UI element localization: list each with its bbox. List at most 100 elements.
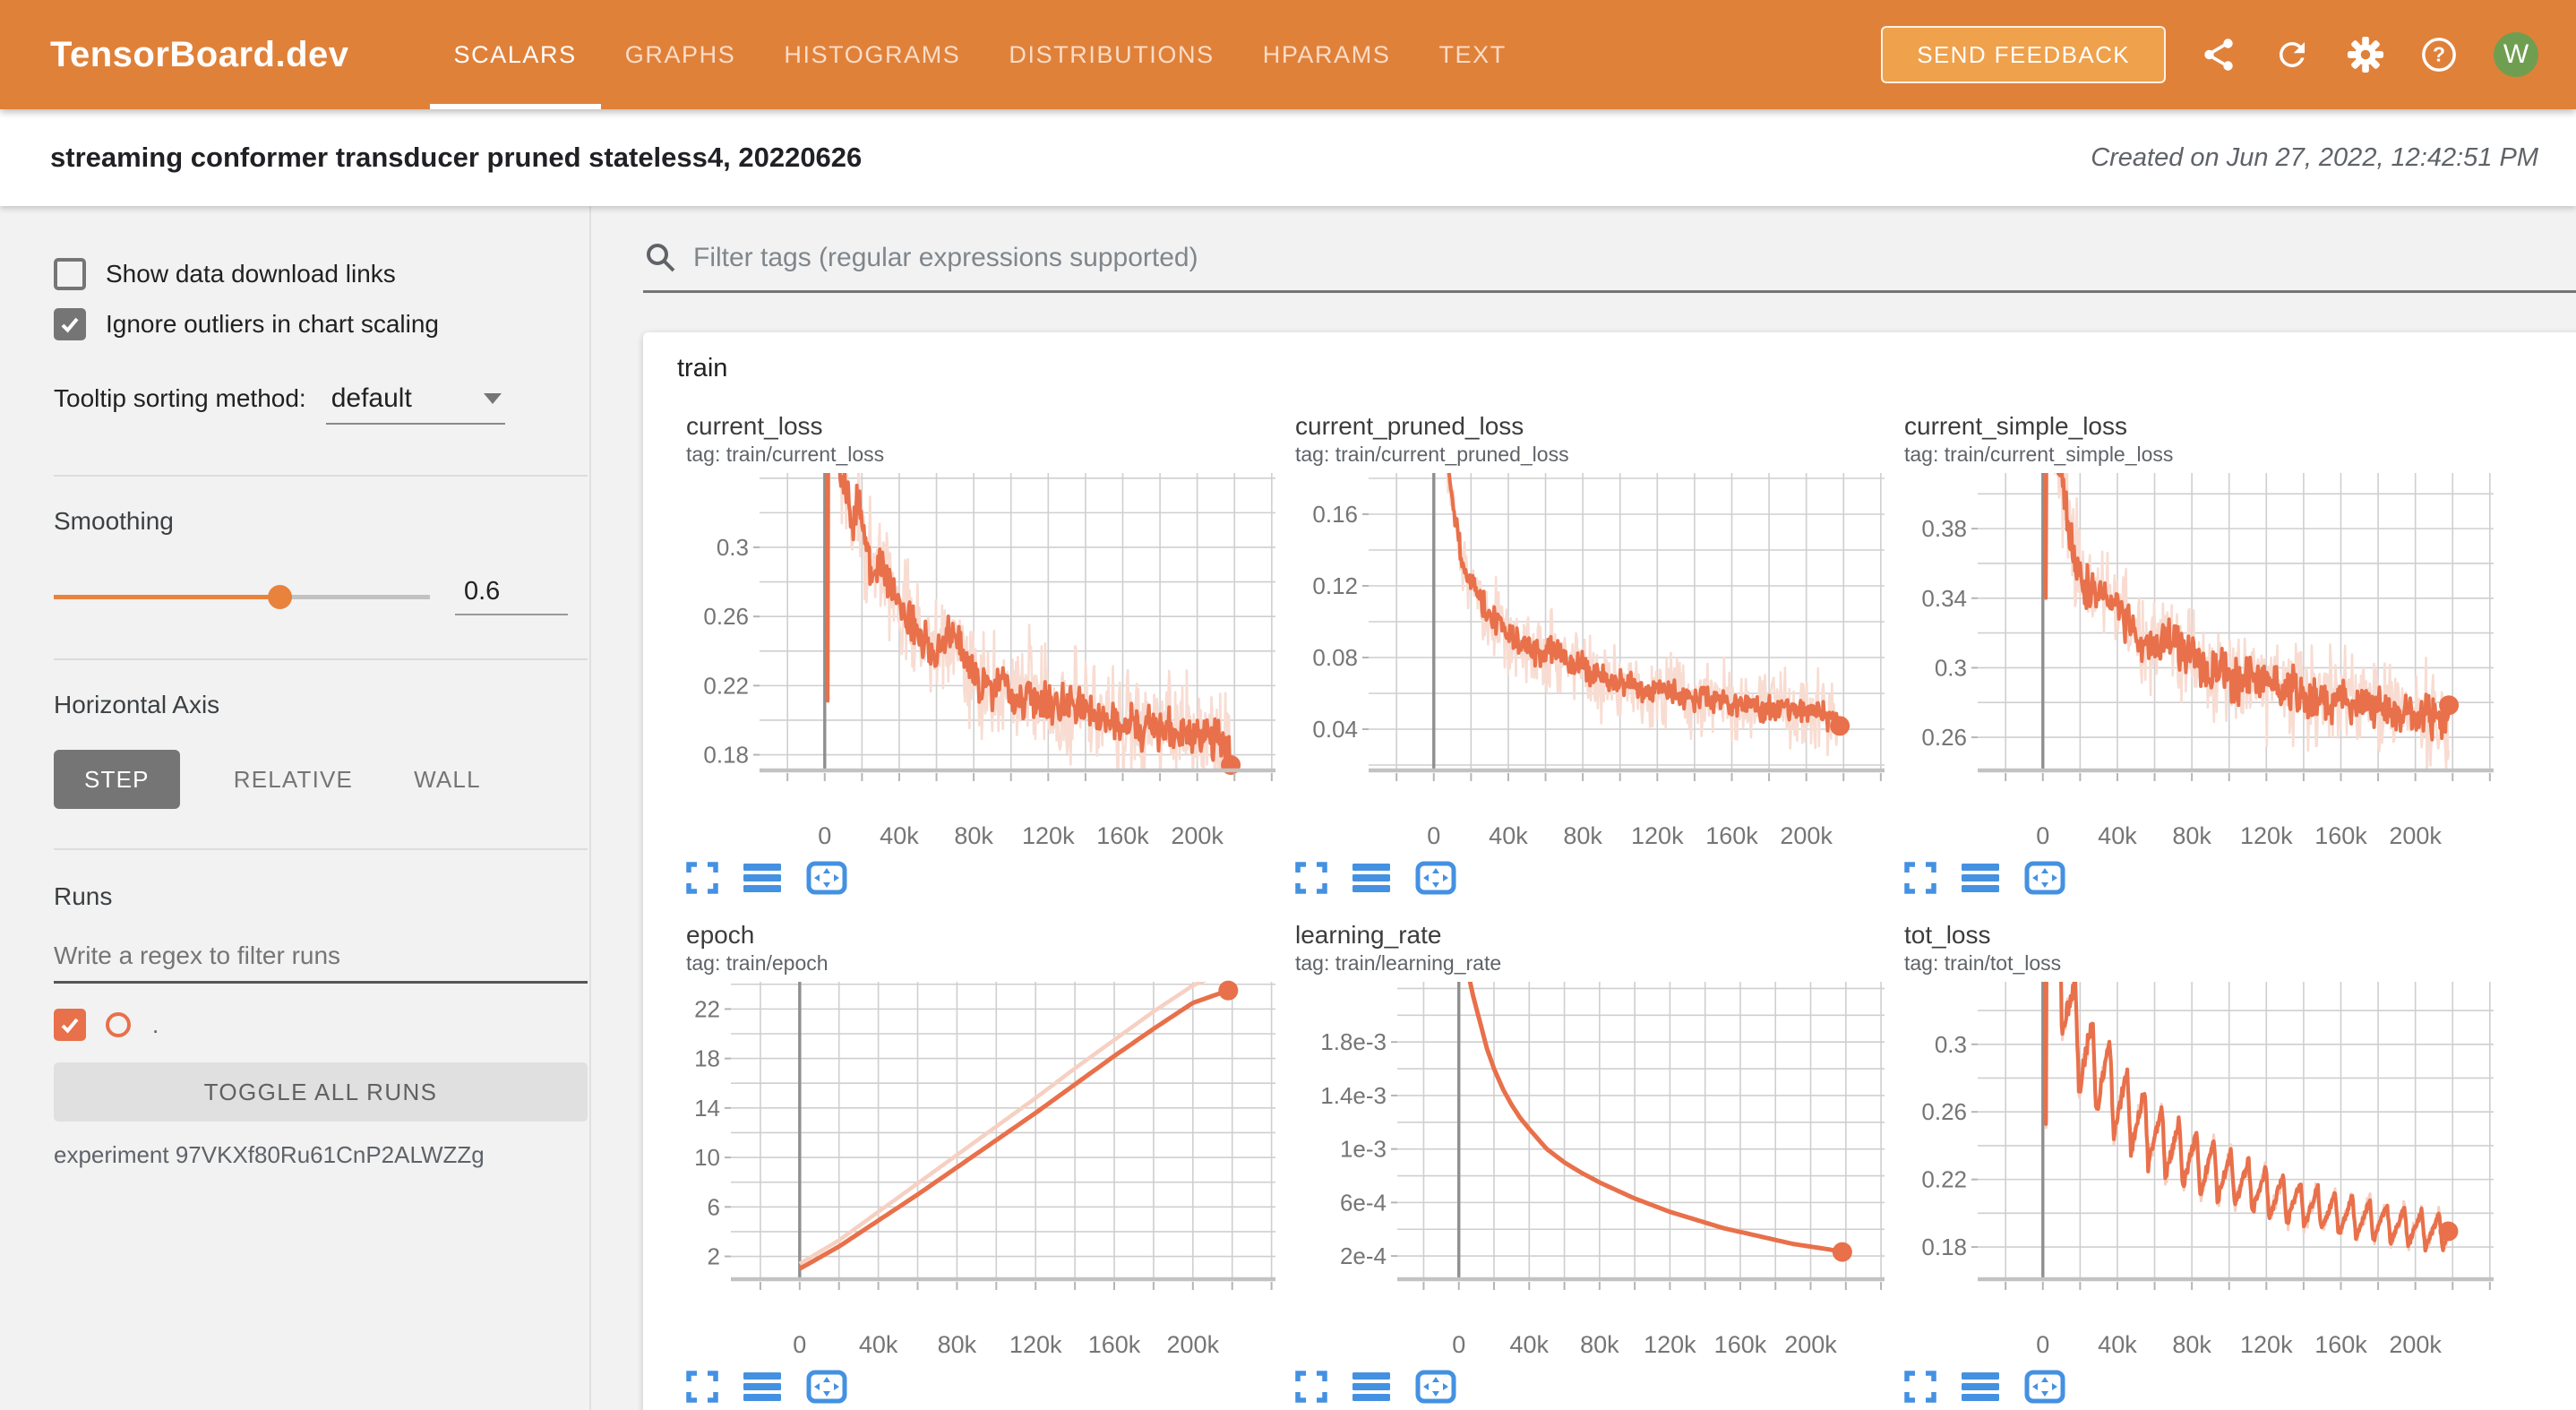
scalar-plot[interactable]: 040k80k120k160k200k0.30.260.220.18 xyxy=(686,471,1277,856)
share-icon[interactable] xyxy=(2198,34,2239,75)
svg-text:200k: 200k xyxy=(2389,822,2442,849)
settings-gear-icon[interactable] xyxy=(2345,34,2386,75)
svg-text:40k: 40k xyxy=(2098,1331,2137,1358)
scalar-plot[interactable]: 040k80k120k160k200k0.160.120.080.04 xyxy=(1295,471,1886,856)
horizontal-bars-icon[interactable] xyxy=(1352,862,1390,894)
fullscreen-icon[interactable] xyxy=(1295,862,1327,894)
ignore-outliers-checkbox[interactable] xyxy=(54,308,86,340)
ignore-outliers-row[interactable]: Ignore outliers in chart scaling xyxy=(54,308,588,340)
axis-wall-button[interactable]: WALL xyxy=(383,750,511,809)
chart-tag: tag: train/epoch xyxy=(686,951,1277,976)
chart-title: current_pruned_loss xyxy=(1295,412,1886,443)
fullscreen-icon[interactable] xyxy=(1904,1371,1936,1403)
svg-text:0.18: 0.18 xyxy=(1921,1234,1967,1260)
fullscreen-icon[interactable] xyxy=(686,1371,718,1403)
experiment-created-date: Created on Jun 27, 2022, 12:42:51 PM xyxy=(2091,143,2538,173)
chart-tag: tag: train/current_pruned_loss xyxy=(1295,443,1886,468)
chart-current-pruned-loss: current_pruned_loss tag: train/current_p… xyxy=(1295,412,1886,896)
svg-text:160k: 160k xyxy=(2314,1331,2367,1358)
tab-histograms[interactable]: HISTOGRAMS xyxy=(760,0,984,109)
scalar-plot[interactable]: 040k80k120k160k200k2218141062 xyxy=(686,980,1277,1365)
svg-text:40k: 40k xyxy=(859,1331,898,1358)
app-logo: TensorBoard.dev xyxy=(50,35,349,75)
tab-scalars[interactable]: SCALARS xyxy=(430,0,601,109)
fullscreen-icon[interactable] xyxy=(686,862,718,894)
svg-text:160k: 160k xyxy=(1088,1331,1141,1358)
svg-text:6e-4: 6e-4 xyxy=(1340,1189,1387,1216)
svg-text:0.3: 0.3 xyxy=(717,534,749,561)
svg-text:80k: 80k xyxy=(2172,1331,2211,1358)
settings-sidebar: Show data download links Ignore outliers… xyxy=(0,206,591,1410)
chart-tag: tag: train/current_loss xyxy=(686,443,1277,468)
horizontal-bars-icon[interactable] xyxy=(1962,1371,1999,1403)
toggle-all-runs-button[interactable]: TOGGLE ALL RUNS xyxy=(54,1062,588,1122)
horizontal-bars-icon[interactable] xyxy=(743,862,781,894)
svg-text:0.26: 0.26 xyxy=(1921,724,1967,751)
horizontal-bars-icon[interactable] xyxy=(1962,862,1999,894)
svg-text:0: 0 xyxy=(2036,1331,2049,1358)
tab-distributions[interactable]: DISTRIBUTIONS xyxy=(984,0,1238,109)
dropdown-arrow-icon xyxy=(484,393,502,404)
chart-title: epoch xyxy=(686,921,1277,951)
svg-text:1e-3: 1e-3 xyxy=(1340,1136,1387,1163)
tooltip-sorting-label: Tooltip sorting method: xyxy=(54,384,306,413)
svg-text:160k: 160k xyxy=(1096,822,1149,849)
help-icon[interactable]: ? xyxy=(2418,34,2460,75)
smoothing-label: Smoothing xyxy=(54,507,588,536)
scalar-plot[interactable]: 040k80k120k160k200k1.8e-31.4e-31e-36e-42… xyxy=(1295,980,1886,1365)
horizontal-bars-icon[interactable] xyxy=(743,1371,781,1403)
slider-thumb-icon[interactable] xyxy=(268,585,292,609)
smoothing-value-field[interactable]: 0.6 xyxy=(455,577,568,615)
chart-tot-loss: tot_loss tag: train/tot_loss 040k80k120k… xyxy=(1904,921,2495,1405)
fit-domain-icon[interactable] xyxy=(806,1370,847,1404)
user-avatar[interactable]: W xyxy=(2494,32,2538,77)
refresh-icon[interactable] xyxy=(2271,34,2313,75)
svg-text:80k: 80k xyxy=(1580,1331,1619,1358)
chart-tag: tag: train/current_simple_loss xyxy=(1904,443,2495,468)
svg-text:120k: 120k xyxy=(2240,822,2293,849)
show-download-links-checkbox[interactable] xyxy=(54,258,86,290)
run-list-item[interactable]: . xyxy=(54,1009,588,1041)
svg-text:120k: 120k xyxy=(1644,1331,1696,1358)
send-feedback-button[interactable]: SEND FEEDBACK xyxy=(1881,26,2166,83)
show-download-links-row[interactable]: Show data download links xyxy=(54,258,588,290)
tab-text[interactable]: TEXT xyxy=(1414,0,1530,109)
svg-text:2e-4: 2e-4 xyxy=(1340,1242,1387,1269)
horizontal-bars-icon[interactable] xyxy=(1352,1371,1390,1403)
svg-text:0.04: 0.04 xyxy=(1312,716,1358,743)
chart-epoch: epoch tag: train/epoch 040k80k120k160k20… xyxy=(686,921,1277,1405)
svg-text:200k: 200k xyxy=(1780,822,1833,849)
svg-text:120k: 120k xyxy=(1631,822,1684,849)
filter-tags-input[interactable] xyxy=(693,243,2576,273)
tab-graphs[interactable]: GRAPHS xyxy=(601,0,760,109)
fullscreen-icon[interactable] xyxy=(1904,862,1936,894)
runs-filter-input[interactable] xyxy=(54,938,588,984)
svg-text:0.3: 0.3 xyxy=(1935,1031,1967,1058)
fit-domain-icon[interactable] xyxy=(2024,861,2065,895)
svg-text:80k: 80k xyxy=(1563,822,1602,849)
fit-domain-icon[interactable] xyxy=(806,861,847,895)
chart-title: current_simple_loss xyxy=(1904,412,2495,443)
svg-text:0.08: 0.08 xyxy=(1312,644,1358,671)
svg-text:0: 0 xyxy=(2036,822,2049,849)
tooltip-sorting-select[interactable]: default xyxy=(326,383,505,425)
svg-text:120k: 120k xyxy=(1022,822,1075,849)
scalar-plot[interactable]: 040k80k120k160k200k0.30.260.220.18 xyxy=(1904,980,2495,1365)
fullscreen-icon[interactable] xyxy=(1295,1371,1327,1403)
svg-text:1.8e-3: 1.8e-3 xyxy=(1320,1028,1387,1055)
run-color-swatch-icon[interactable] xyxy=(106,1012,131,1037)
fit-domain-icon[interactable] xyxy=(2024,1370,2065,1404)
svg-text:0.12: 0.12 xyxy=(1312,572,1358,599)
fit-domain-icon[interactable] xyxy=(1415,1370,1456,1404)
axis-step-button[interactable]: STEP xyxy=(54,750,180,809)
smoothing-slider[interactable] xyxy=(54,585,430,608)
svg-text:14: 14 xyxy=(694,1095,720,1122)
search-icon xyxy=(643,240,679,276)
chart-tag: tag: train/tot_loss xyxy=(1904,951,2495,976)
axis-relative-button[interactable]: RELATIVE xyxy=(203,750,383,809)
fit-domain-icon[interactable] xyxy=(1415,861,1456,895)
svg-text:200k: 200k xyxy=(1784,1331,1837,1358)
scalar-plot[interactable]: 040k80k120k160k200k0.380.340.30.26 xyxy=(1904,471,2495,856)
run-checkbox[interactable] xyxy=(54,1009,86,1041)
tab-hparams[interactable]: HPARAMS xyxy=(1239,0,1415,109)
